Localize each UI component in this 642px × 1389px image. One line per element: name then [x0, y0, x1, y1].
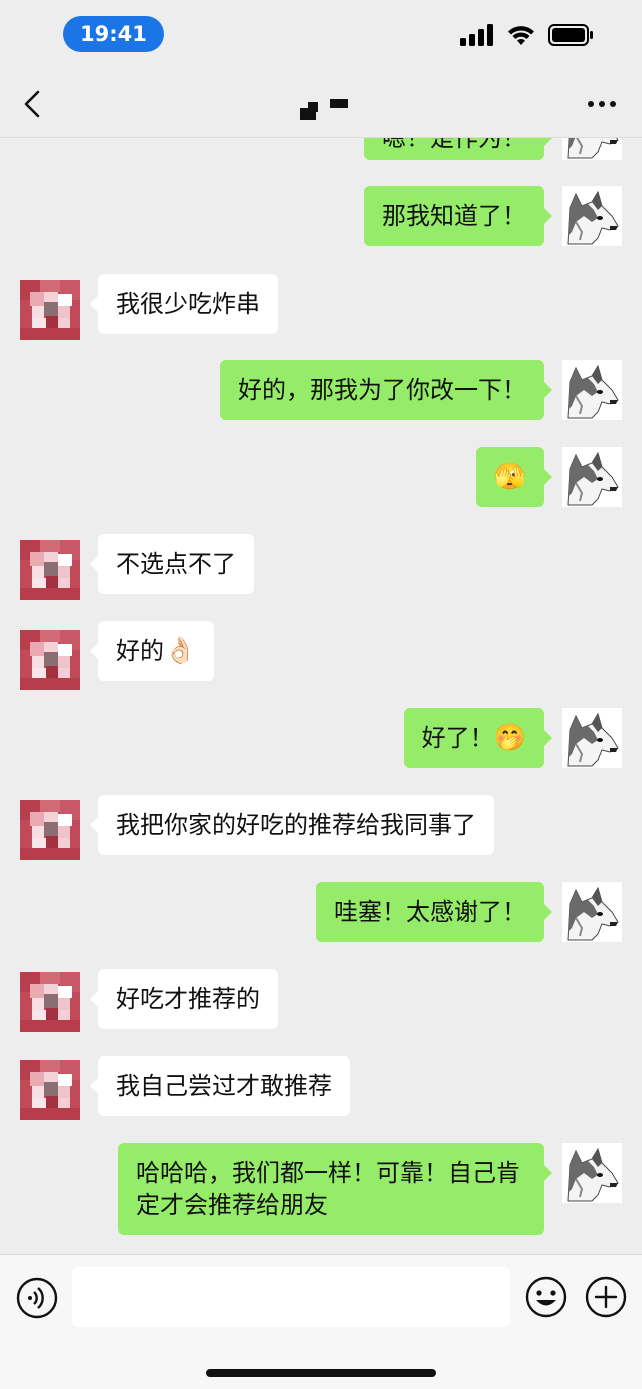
message-bubble-in[interactable]: 我很少吃炸串 — [90, 274, 278, 334]
message-text: 哈哈哈，我们都一样！可靠！自己肯定才会推荐给朋友 — [136, 1159, 520, 1219]
message-bubble-in[interactable]: 我把你家的好吃的推荐给我同事了 — [90, 795, 494, 855]
message-text: 不选点不了 — [116, 550, 236, 578]
plus-icon[interactable] — [584, 1275, 628, 1319]
my-avatar[interactable] — [562, 360, 622, 420]
home-indicator — [206, 1369, 436, 1377]
message-text: 好的，那我为了你改一下！ — [238, 376, 526, 404]
message-bubble-in[interactable]: 不选点不了 — [90, 534, 254, 594]
message-bubble-in[interactable]: 好的👌🏻 — [89, 621, 215, 681]
voice-input-icon[interactable] — [16, 1277, 58, 1319]
message-text: 我自己尝过才敢推荐 — [116, 1072, 332, 1100]
message-text: 哇塞！太感谢了！ — [334, 898, 526, 926]
back-icon[interactable] — [18, 88, 50, 120]
message-bubble-in[interactable]: 好吃才推荐的 — [90, 969, 278, 1029]
more-icon[interactable] — [586, 92, 618, 116]
emoji-icon[interactable] — [524, 1275, 568, 1319]
message-text: 好的 — [116, 637, 164, 665]
contact-avatar[interactable] — [20, 630, 80, 690]
status-icons — [460, 24, 594, 46]
my-avatar[interactable] — [562, 882, 622, 942]
peek-emoji-icon: 🫣 — [493, 462, 526, 492]
my-avatar[interactable] — [562, 708, 622, 768]
contact-avatar[interactable] — [20, 1060, 80, 1120]
ok-hand-emoji-icon: 👌🏻 — [164, 636, 197, 666]
signal-icon — [460, 24, 493, 46]
contact-avatar[interactable] — [20, 800, 80, 860]
message-bubble-out[interactable]: 嗯！是作为！ — [364, 138, 552, 160]
contact-avatar[interactable] — [20, 540, 80, 600]
message-bubble-out[interactable]: 🫣 — [475, 447, 553, 507]
wifi-icon — [508, 26, 534, 45]
message-text: 好吃才推荐的 — [116, 985, 260, 1013]
status-time: 19:41 — [63, 16, 164, 52]
message-text: 那我知道了！ — [382, 202, 526, 230]
my-avatar[interactable] — [562, 447, 622, 507]
chat-header — [0, 70, 642, 138]
giggle-emoji-icon: 🤭 — [493, 723, 526, 753]
chat-title — [300, 99, 348, 120]
message-bubble-out[interactable]: 好的，那我为了你改一下！ — [220, 360, 552, 420]
contact-avatar[interactable] — [20, 280, 80, 340]
message-bubble-out[interactable]: 那我知道了！ — [364, 186, 552, 246]
message-input[interactable] — [72, 1267, 510, 1327]
message-list[interactable]: 嗯！是作为！ 那我知道了！ 我很少吃炸串 好的，那我为了你改一下！ 🫣 不选点不… — [0, 138, 642, 1254]
message-bubble-in[interactable]: 我自己尝过才敢推荐 — [90, 1056, 350, 1116]
message-text: 好了！ — [421, 724, 494, 752]
my-avatar[interactable] — [562, 138, 622, 160]
status-bar: 19:41 — [0, 0, 642, 70]
message-text: 嗯！是作为！ — [382, 138, 526, 152]
message-bubble-out[interactable]: 哈哈哈，我们都一样！可靠！自己肯定才会推荐给朋友 — [118, 1143, 552, 1235]
message-text: 我把你家的好吃的推荐给我同事了 — [116, 811, 476, 839]
my-avatar[interactable] — [562, 186, 622, 246]
input-bar — [0, 1254, 642, 1389]
battery-icon — [548, 24, 593, 46]
message-bubble-out[interactable]: 好了！🤭 — [403, 708, 553, 768]
message-bubble-out[interactable]: 哇塞！太感谢了！ — [316, 882, 552, 942]
my-avatar[interactable] — [562, 1143, 622, 1203]
message-text: 我很少吃炸串 — [116, 290, 260, 318]
contact-avatar[interactable] — [20, 972, 80, 1032]
